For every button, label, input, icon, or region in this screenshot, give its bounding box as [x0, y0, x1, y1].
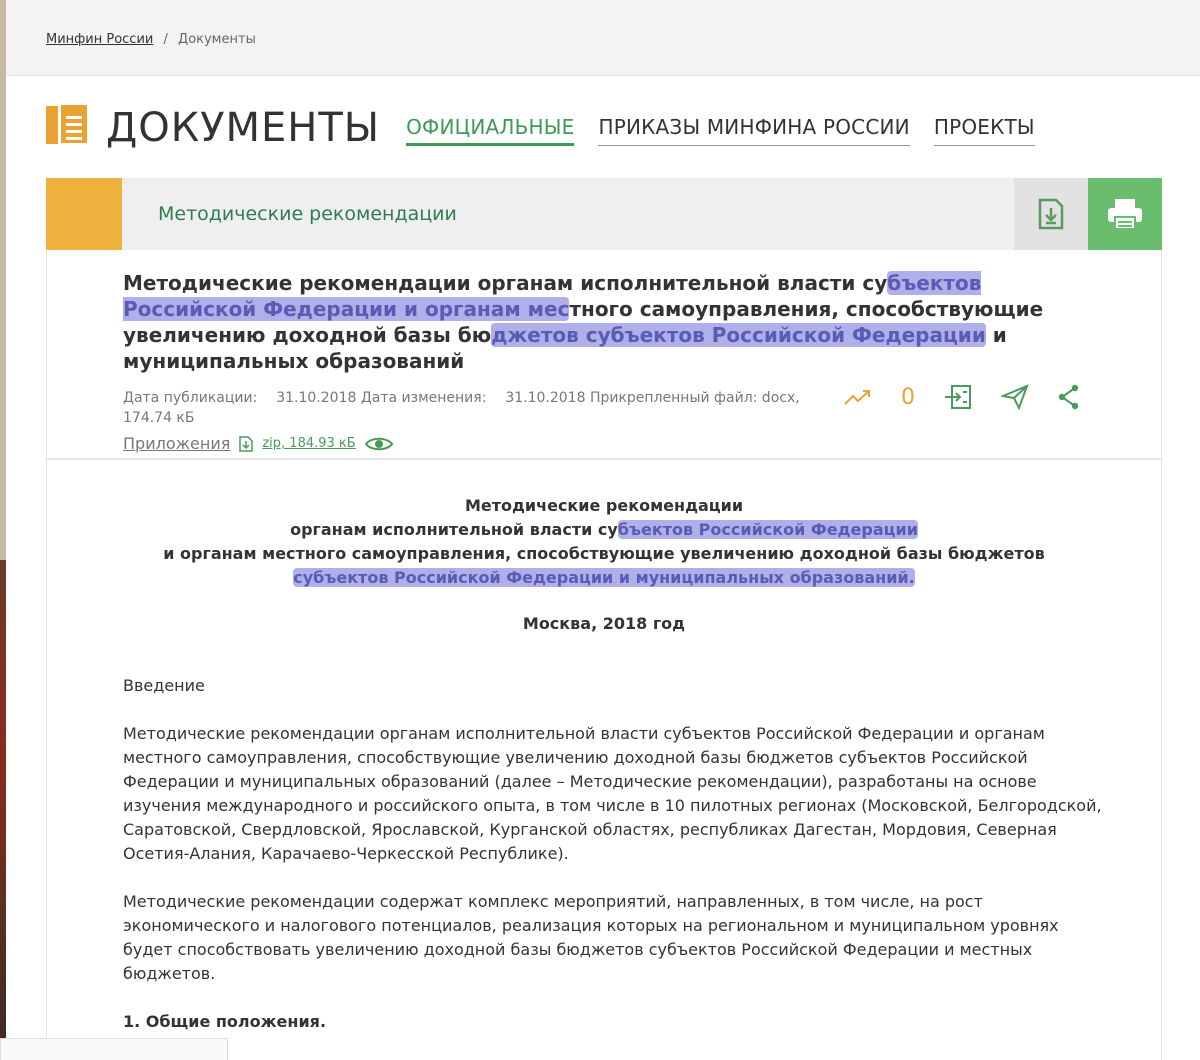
published-date: 31.10.2018 — [276, 390, 357, 406]
bottom-panel-tab — [0, 1038, 228, 1060]
body-heading-line: и органам местного самоуправления, спосо… — [163, 544, 1045, 563]
city-year: Москва, 2018 год — [522, 614, 686, 633]
document-title-part: Методические рекомендации органам исполн… — [123, 271, 888, 295]
changed-label: Дата изменения: — [360, 390, 487, 406]
eye-icon[interactable] — [364, 435, 394, 453]
tabs-nav: ОФИЦИАЛЬНЫЕ ПРИКАЗЫ МИНФИНА РОССИИ ПРОЕК… — [406, 115, 1035, 146]
printer-icon — [1108, 199, 1142, 230]
document-meta: Дата публикации: 31.10.2018 Дата изменен… — [123, 388, 813, 428]
section-heading: 1. Общие положения. — [123, 1012, 327, 1031]
download-doc-icon — [1038, 198, 1064, 230]
changed-date: 31.10.2018 — [505, 390, 586, 406]
document-body-heading: Методические рекомендации органам исполн… — [46, 494, 1162, 590]
frame-border-left — [46, 250, 47, 1060]
document-title: Методические рекомендации органам исполн… — [123, 270, 1083, 374]
body-heading-line: органам исполнительной власти субъектов … — [46, 518, 1162, 542]
attachments-row: Приложения zip, 184.93 кБ — [123, 434, 1083, 453]
section-bar: Методические рекомендации — [46, 178, 1162, 250]
document-meta-row: Дата публикации: 31.10.2018 Дата изменен… — [123, 384, 1083, 428]
documents-icon — [46, 102, 94, 150]
file-size: 174.74 кБ — [123, 410, 195, 426]
body-heading-highlight: бъектов Российской Федерации — [617, 520, 918, 539]
views-counter: 0 — [901, 384, 915, 410]
breadcrumb-separator: / — [163, 32, 168, 47]
breadcrumb: Минфин России / Документы — [6, 0, 1200, 76]
body-paragraph: Методические рекомендации содержат компл… — [123, 892, 1059, 983]
file-label: Прикрепленный файл: docx, — [589, 390, 800, 406]
tab-minfin-orders[interactable]: ПРИКАЗЫ МИНФИНА РОССИИ — [598, 115, 910, 146]
print-button[interactable] — [1088, 178, 1162, 250]
document-actions: 0 — [843, 384, 1081, 410]
page-header: ДОКУМЕНТЫ ОФИЦИАЛЬНЫЕ ПРИКАЗЫ МИНФИНА РО… — [46, 96, 1166, 156]
download-button[interactable] — [1014, 178, 1088, 250]
content-divider — [46, 458, 1162, 460]
body-heading-line: субъектов Российской Федерации и муницип… — [46, 566, 1162, 590]
section-title: Методические рекомендации — [158, 203, 457, 225]
document-body: Введение Методические рекомендации орган… — [123, 674, 1103, 1058]
body-paragraph: Методические рекомендации органам исполн… — [123, 724, 1102, 863]
attachments-link[interactable]: Приложения — [123, 434, 230, 453]
intro-heading: Введение — [123, 676, 205, 695]
tab-projects[interactable]: ПРОЕКТЫ — [933, 115, 1035, 146]
zip-download-link[interactable]: zip, 184.93 кБ — [262, 436, 355, 451]
tab-official[interactable]: ОФИЦИАЛЬНЫЕ — [406, 115, 575, 146]
document-header: Методические рекомендации органам исполн… — [123, 270, 1083, 453]
page-title: ДОКУМЕНТЫ — [106, 105, 381, 151]
frame-border-right — [1161, 250, 1162, 1060]
body-heading-part: органам исполнительной власти су — [290, 520, 618, 539]
export-doc-icon[interactable] — [943, 384, 973, 410]
published-label: Дата публикации: — [123, 390, 258, 406]
document-title-highlight: джетов субъектов Российской Федерации — [491, 323, 986, 347]
trend-icon[interactable] — [843, 387, 873, 407]
body-heading-highlight: субъектов Российской Федерации и муницип… — [293, 568, 915, 587]
breadcrumb-home-link[interactable]: Минфин России — [46, 32, 153, 47]
download-icon[interactable] — [238, 435, 254, 453]
send-icon[interactable] — [1001, 384, 1029, 410]
body-heading-line: Методические рекомендации — [464, 496, 744, 515]
breadcrumb-current: Документы — [178, 32, 256, 47]
section-accent — [46, 178, 122, 250]
page-container: Минфин России / Документы ДОКУМЕНТЫ ОФИЦ… — [6, 0, 1200, 1060]
share-icon[interactable] — [1057, 384, 1081, 410]
